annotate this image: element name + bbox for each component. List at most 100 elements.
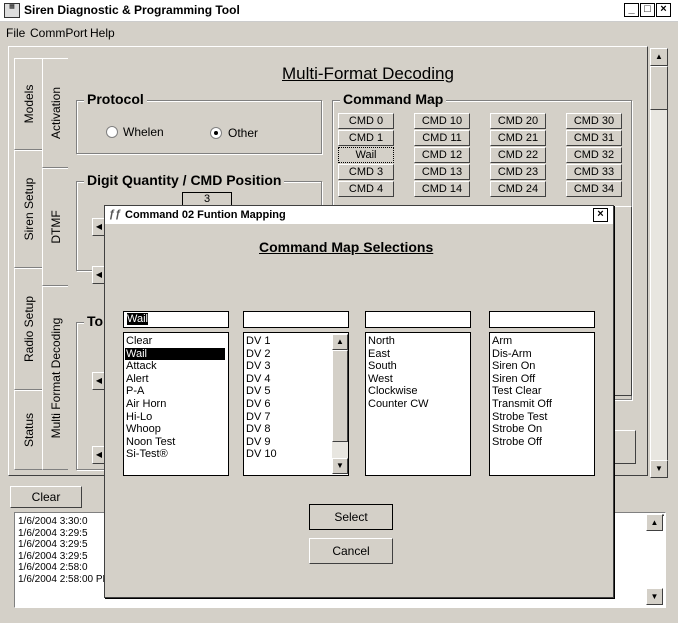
list-item[interactable]: Noon Test [126, 436, 175, 448]
list-item[interactable]: DV 4 [246, 373, 270, 385]
list-item[interactable]: DV 7 [246, 411, 270, 423]
scroll-up-icon[interactable]: ▲ [650, 48, 668, 66]
list-item[interactable]: Wail [125, 347, 225, 360]
field-1[interactable]: Wail [123, 311, 229, 328]
cmd-button[interactable]: CMD 24 [490, 181, 546, 197]
list-item[interactable]: West [368, 373, 393, 385]
list-item[interactable]: Si-Test® [126, 448, 168, 460]
clear-button[interactable]: Clear [10, 486, 82, 508]
cmd-button[interactable]: CMD 21 [490, 130, 546, 146]
vertical-scrollbar[interactable] [650, 48, 668, 478]
scroll-thumb[interactable] [650, 66, 668, 110]
field-3[interactable] [365, 311, 471, 328]
minimize-button[interactable]: _ [624, 3, 639, 17]
tab-radio-setup[interactable]: Radio Setup [14, 268, 42, 390]
direction-list[interactable]: North East South West Clockwise Counter CW [365, 332, 471, 476]
cmd-button[interactable]: CMD 13 [414, 164, 470, 180]
cmd-button[interactable]: CMD 32 [566, 147, 622, 163]
close-button[interactable]: × [656, 3, 671, 17]
cmd-button[interactable]: CMD 31 [566, 130, 622, 146]
menu-help[interactable]: Help [90, 26, 115, 40]
list-item[interactable]: Strobe Test [492, 411, 547, 423]
list-item[interactable]: DV 3 [246, 360, 270, 372]
other-radio[interactable] [210, 127, 222, 139]
cmd-button[interactable]: CMD 14 [414, 181, 470, 197]
tab-siren-setup[interactable]: Siren Setup [14, 150, 42, 268]
log-scroll-down-icon[interactable]: ▼ [646, 588, 663, 605]
tab-activation-label: Activation [48, 86, 63, 140]
list-item[interactable]: DV 5 [246, 385, 270, 397]
list-item[interactable]: North [368, 335, 395, 347]
tone-label: To [84, 313, 107, 329]
tab-multi-format-label: Multi Format Decoding [48, 317, 63, 439]
field-2[interactable] [243, 311, 349, 328]
list-item[interactable]: South [368, 360, 397, 372]
field-4[interactable] [489, 311, 595, 328]
list-item[interactable]: DV 8 [246, 423, 270, 435]
menu-file[interactable]: File [6, 26, 25, 40]
tab-dtmf[interactable]: DTMF [42, 168, 68, 286]
menu-bar: File CommPort Help [0, 22, 678, 44]
digit-value[interactable]: 3 [182, 192, 232, 206]
siren-tone-list[interactable]: Clear Wail Attack Alert P-A Air Horn Hi-Lo Whoo… [123, 332, 229, 476]
cmd-button[interactable]: CMD 3 [338, 164, 394, 180]
cmd-button[interactable]: CMD 12 [414, 147, 470, 163]
list-item[interactable]: Hi-Lo [126, 411, 152, 423]
log-scroll-up-icon[interactable]: ▲ [646, 514, 663, 531]
list-item[interactable]: Transmit Off [492, 398, 552, 410]
list-item[interactable]: Alert [126, 373, 149, 385]
list-item[interactable]: Dis-Arm [492, 348, 532, 360]
cmd-button[interactable]: CMD 34 [566, 181, 622, 197]
command-map-right-column [614, 206, 632, 396]
list-item[interactable]: Siren On [492, 360, 535, 372]
list-item[interactable]: Whoop [126, 423, 161, 435]
maximize-button[interactable]: □ [640, 3, 655, 17]
scroll-down-icon[interactable]: ▼ [650, 460, 668, 478]
list-item[interactable]: Arm [492, 335, 512, 347]
tab-activation[interactable]: Activation [42, 58, 68, 168]
dv-scroll-up-icon[interactable]: ▲ [332, 334, 348, 350]
list-item[interactable]: Attack [126, 360, 157, 372]
list-item[interactable]: DV 6 [246, 398, 270, 410]
list-item[interactable]: DV 10 [246, 448, 277, 460]
whelen-label: Whelen [123, 125, 164, 139]
list-item[interactable]: DV 2 [246, 348, 270, 360]
dv-scroll-down-icon[interactable]: ▼ [332, 458, 348, 474]
list-item[interactable]: Siren Off [492, 373, 535, 385]
dialog-close-button[interactable]: × [593, 208, 608, 222]
cmd-button[interactable]: CMD 1 [338, 130, 394, 146]
dv-scroll-thumb[interactable] [332, 350, 348, 442]
list-item[interactable]: East [368, 348, 390, 360]
list-item[interactable]: DV 1 [246, 335, 270, 347]
cmd-button[interactable]: CMD 10 [414, 113, 470, 129]
list-item[interactable]: Clear [126, 335, 152, 347]
list-item[interactable]: P-A [126, 385, 144, 397]
cmd-button[interactable]: CMD 11 [414, 130, 470, 146]
cancel-button[interactable]: Cancel [309, 538, 393, 564]
list-item[interactable]: Clockwise [368, 385, 418, 397]
function-list[interactable]: Arm Dis-Arm Siren On Siren Off Test Clear Tra… [489, 332, 595, 476]
cmd-button[interactable]: CMD 22 [490, 147, 546, 163]
list-item[interactable]: Test Clear [492, 385, 542, 397]
whelen-radio[interactable] [106, 126, 118, 138]
list-item[interactable]: DV 9 [246, 436, 270, 448]
list-item[interactable]: Air Horn [126, 398, 166, 410]
cmd-button[interactable]: CMD 0 [338, 113, 394, 129]
cmd-button[interactable]: CMD 30 [566, 113, 622, 129]
menu-commport[interactable]: CommPort [30, 26, 87, 40]
tab-models[interactable]: Models [14, 58, 42, 150]
log-line: 1/6/2004 3:30:0 [18, 516, 88, 527]
cmd-button[interactable]: CMD 23 [490, 164, 546, 180]
list-item[interactable]: Strobe On [492, 423, 542, 435]
list-item[interactable]: Counter CW [368, 398, 429, 410]
cmd-button[interactable]: CMD 20 [490, 113, 546, 129]
dv-list[interactable]: DV 1 DV 2 DV 3 DV 4 DV 5 DV 6 DV 7 DV 8 DV 9 DV 1… [243, 332, 349, 476]
cmd-button[interactable]: Wail [338, 147, 394, 163]
cmd-button[interactable]: CMD 4 [338, 181, 394, 197]
tab-multi-format-decoding[interactable]: Multi Format Decoding [42, 286, 68, 470]
cmd-button[interactable]: CMD 33 [566, 164, 622, 180]
list-item[interactable]: Strobe Off [492, 436, 542, 448]
select-button[interactable]: Select [309, 504, 393, 530]
tab-status[interactable]: Status [14, 390, 42, 470]
tab-status-label: Status [21, 412, 36, 448]
